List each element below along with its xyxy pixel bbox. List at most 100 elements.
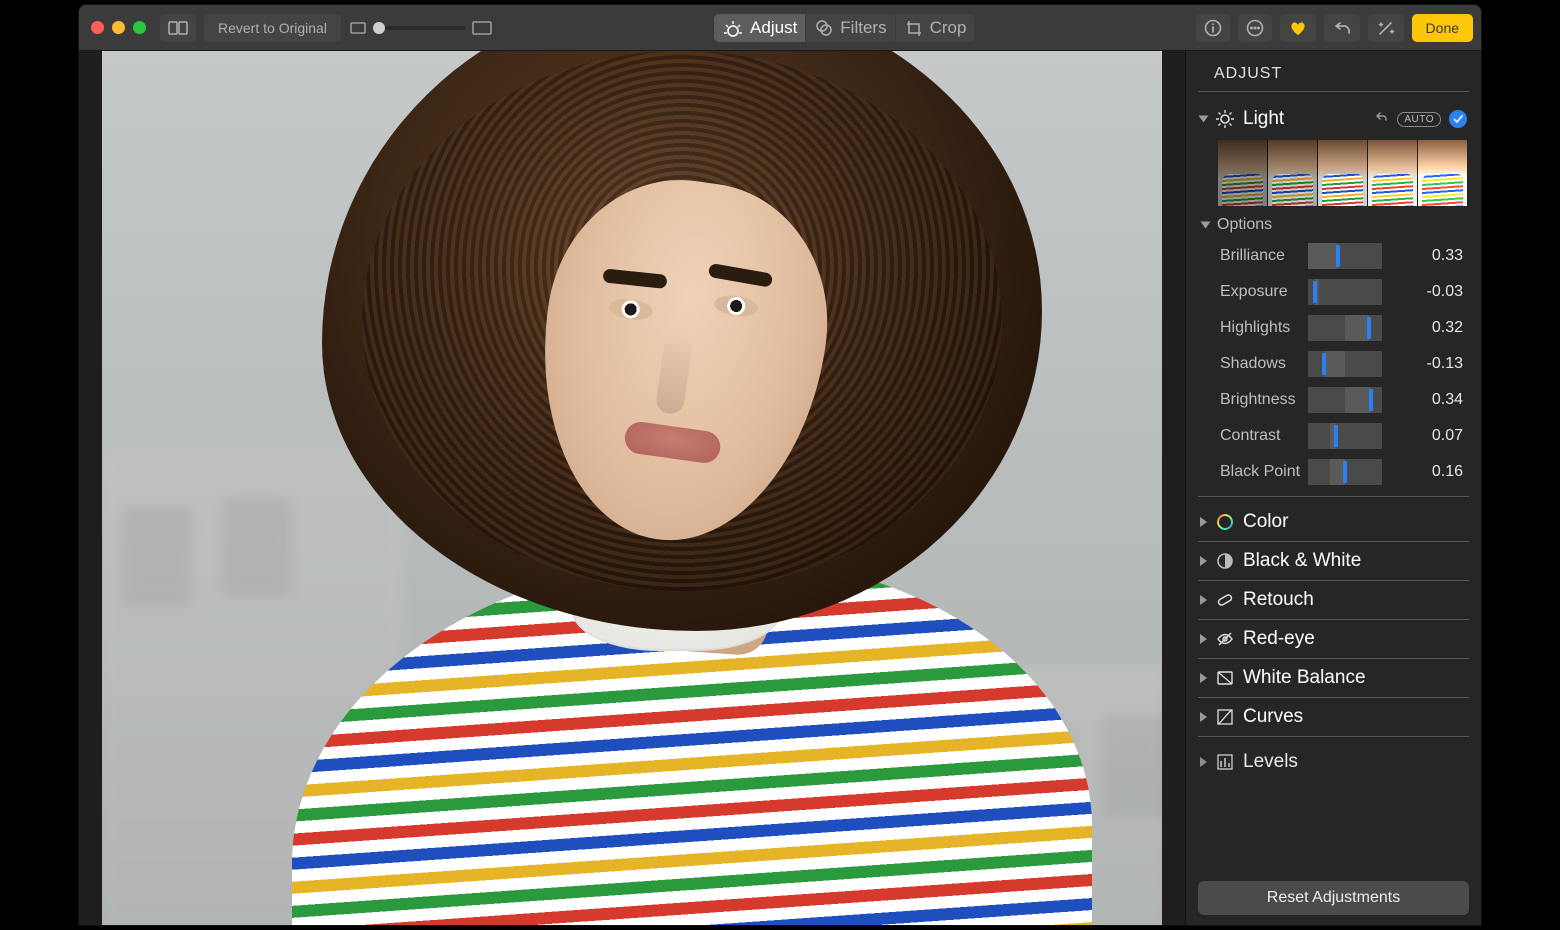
slider-track[interactable] xyxy=(1308,279,1382,305)
slider-knob[interactable] xyxy=(1322,353,1326,375)
edited-photo xyxy=(102,51,1162,925)
slider-knob[interactable] xyxy=(1313,281,1317,303)
reset-light-button[interactable] xyxy=(1373,110,1389,128)
slider-knob[interactable] xyxy=(1369,389,1373,411)
toolbar: Revert to Original Adjust Filters Crop xyxy=(79,5,1481,51)
light-thumb-3[interactable] xyxy=(1318,140,1368,206)
rotate-button[interactable] xyxy=(1324,14,1360,42)
section-levels: Levels xyxy=(1198,743,1469,781)
slider-track[interactable] xyxy=(1308,459,1382,485)
done-label: Done xyxy=(1426,20,1459,36)
slider-value: 0.33 xyxy=(1386,247,1469,265)
zoom-control[interactable] xyxy=(349,20,493,36)
section-light-header[interactable]: Light AUTO xyxy=(1198,100,1469,138)
slider-value: 0.07 xyxy=(1386,427,1469,445)
curves-grid-icon xyxy=(1215,707,1235,727)
section-retouch-title: Retouch xyxy=(1243,589,1314,611)
info-button[interactable] xyxy=(1196,14,1230,42)
magic-wand-icon xyxy=(1376,19,1396,37)
slider-row-shadows: Shadows-0.13 xyxy=(1206,346,1469,382)
window-controls xyxy=(91,21,146,34)
light-thumb-1[interactable] xyxy=(1218,140,1268,206)
app-window: Revert to Original Adjust Filters Crop xyxy=(78,4,1482,926)
slider-label: Brightness xyxy=(1206,391,1304,409)
eye-left xyxy=(608,296,654,322)
slider-track[interactable] xyxy=(1308,423,1382,449)
image-canvas[interactable] xyxy=(79,51,1185,925)
adjust-dial-icon xyxy=(722,19,744,37)
slider-knob[interactable] xyxy=(1334,425,1338,447)
bandage-icon xyxy=(1215,590,1235,610)
section-bw-header[interactable]: Black & White xyxy=(1198,542,1469,580)
tab-crop[interactable]: Crop xyxy=(896,14,975,42)
section-curves-header[interactable]: Curves xyxy=(1198,698,1469,736)
section-bw-title: Black & White xyxy=(1243,550,1361,572)
section-redeye-title: Red-eye xyxy=(1243,628,1315,650)
slider-label: Brilliance xyxy=(1206,247,1304,265)
section-whitebalance-header[interactable]: White Balance xyxy=(1198,659,1469,697)
tab-adjust[interactable]: Adjust xyxy=(714,14,805,42)
auto-light-button[interactable]: AUTO xyxy=(1397,112,1441,127)
slider-value: -0.03 xyxy=(1386,283,1469,301)
section-color-header[interactable]: Color xyxy=(1198,503,1469,541)
slider-row-highlights: Highlights 0.32 xyxy=(1206,310,1469,346)
adjust-panel: ADJUST Light AUTO xyxy=(1185,51,1481,925)
revert-to-original-button[interactable]: Revert to Original xyxy=(204,14,341,42)
chevron-right-icon xyxy=(1200,712,1207,722)
more-button[interactable] xyxy=(1238,14,1272,42)
light-thumb-4[interactable] xyxy=(1368,140,1418,206)
bw-half-circle-icon xyxy=(1215,551,1235,571)
fullscreen-window-button[interactable] xyxy=(133,21,146,34)
minimize-window-button[interactable] xyxy=(112,21,125,34)
done-button[interactable]: Done xyxy=(1412,14,1473,42)
tab-filters[interactable]: Filters xyxy=(806,14,894,42)
close-window-button[interactable] xyxy=(91,21,104,34)
chevron-right-icon xyxy=(1200,634,1207,644)
light-options-header[interactable]: Options xyxy=(1198,212,1469,238)
light-thumb-5[interactable] xyxy=(1418,140,1468,206)
color-ring-icon xyxy=(1215,512,1235,532)
section-curves-title: Curves xyxy=(1243,706,1303,728)
revert-label: Revert to Original xyxy=(218,20,327,36)
nose xyxy=(655,329,694,416)
favorite-button[interactable] xyxy=(1280,14,1316,42)
slider-track[interactable] xyxy=(1308,351,1382,377)
slider-track[interactable] xyxy=(1308,387,1382,413)
zoom-slider-track[interactable] xyxy=(373,26,465,30)
compare-split-button[interactable] xyxy=(160,14,196,42)
section-light-title: Light xyxy=(1243,108,1284,130)
chevron-down-icon xyxy=(1201,222,1211,229)
section-retouch-header[interactable]: Retouch xyxy=(1198,581,1469,619)
slider-track[interactable] xyxy=(1308,243,1382,269)
slider-knob[interactable] xyxy=(1336,245,1340,267)
auto-enhance-button[interactable] xyxy=(1368,14,1404,42)
chevron-down-icon xyxy=(1199,116,1209,123)
chevron-right-icon xyxy=(1200,517,1207,527)
slider-value: -0.13 xyxy=(1386,355,1469,373)
section-light: Light AUTO xyxy=(1186,98,1481,503)
zoom-slider-knob[interactable] xyxy=(373,22,385,34)
light-sliders: Brilliance0.33Exposure-0.03Highlights0.3… xyxy=(1198,238,1469,497)
slider-label: Black Point xyxy=(1206,463,1304,481)
options-label: Options xyxy=(1217,216,1272,234)
section-retouch: Retouch xyxy=(1198,581,1469,620)
slider-knob[interactable] xyxy=(1343,461,1347,483)
slider-track[interactable] xyxy=(1308,315,1382,341)
levels-bars-icon xyxy=(1215,752,1235,772)
section-wb-title: White Balance xyxy=(1243,667,1366,689)
light-enabled-check[interactable] xyxy=(1449,110,1467,128)
section-color: Color xyxy=(1198,503,1469,542)
light-sun-icon xyxy=(1215,109,1235,129)
light-thumb-2[interactable] xyxy=(1268,140,1318,206)
slider-row-black-point: Black Point0.16 xyxy=(1206,454,1469,490)
slider-value: 0.32 xyxy=(1386,319,1469,337)
editor-body: ADJUST Light AUTO xyxy=(79,51,1481,925)
reset-adjustments-button[interactable]: Reset Adjustments xyxy=(1198,881,1469,915)
crop-icon xyxy=(904,19,924,37)
section-redeye-header[interactable]: Red-eye xyxy=(1198,620,1469,658)
section-levels-header[interactable]: Levels xyxy=(1198,743,1469,781)
light-preview-strip[interactable] xyxy=(1198,138,1469,212)
tab-crop-label: Crop xyxy=(930,18,967,38)
slider-label: Highlights xyxy=(1206,319,1304,337)
slider-knob[interactable] xyxy=(1367,317,1371,339)
